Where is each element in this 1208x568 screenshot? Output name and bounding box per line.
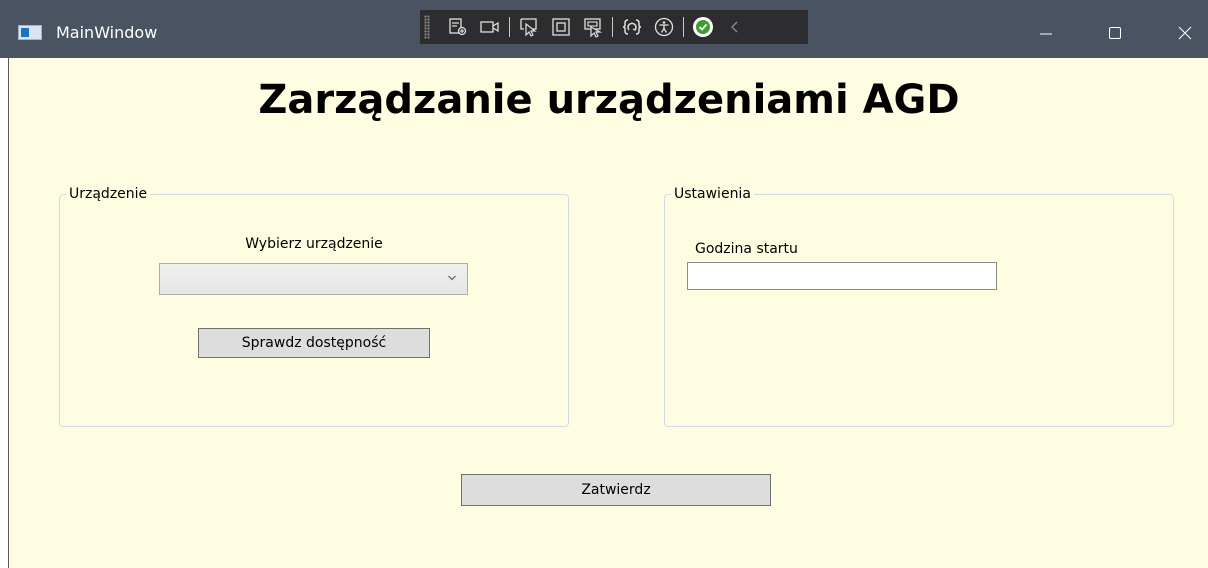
close-button[interactable] <box>1170 18 1200 48</box>
start-time-label: Godzina startu <box>695 241 798 257</box>
maximize-icon <box>1109 27 1121 39</box>
start-time-input[interactable] <box>687 262 997 290</box>
toolbar-grip-icon[interactable] <box>424 15 430 39</box>
toolbar-separator <box>612 17 613 37</box>
close-icon <box>1178 26 1192 40</box>
hot-reload-icon[interactable] <box>621 16 643 38</box>
window-title: MainWindow <box>56 23 158 42</box>
toolbar-separator <box>683 17 684 37</box>
device-group-header: Urządzenie <box>66 185 151 203</box>
check-icon[interactable] <box>693 17 713 37</box>
minimize-button[interactable] <box>1031 18 1061 48</box>
device-groupbox: Urządzenie Wybierz urządzenie Sprawdz do… <box>59 185 569 427</box>
client-area: Zarządzanie urządzeniami AGD Urządzenie … <box>8 58 1208 568</box>
page-title: Zarządzanie urządzeniami AGD <box>258 77 960 123</box>
toolbar-separator <box>509 17 510 37</box>
choose-device-label: Wybierz urządzenie <box>245 236 383 252</box>
select-element-icon[interactable] <box>447 16 469 38</box>
debug-toolbar <box>420 10 808 44</box>
highlight-layout-icon[interactable] <box>550 16 572 38</box>
settings-groupbox: Ustawienia Godzina startu <box>664 185 1174 427</box>
minimize-icon <box>1040 33 1052 35</box>
pointer-select-icon[interactable] <box>518 16 540 38</box>
device-combobox[interactable] <box>159 263 468 295</box>
app-icon <box>18 25 42 40</box>
accessibility-icon[interactable] <box>653 16 675 38</box>
title-bar[interactable]: MainWindow <box>0 0 1208 58</box>
settings-group-header: Ustawienia <box>671 185 754 203</box>
main-window: MainWindow Zarządzanie urządzeniami AGD … <box>0 0 1208 568</box>
collapse-chevron-icon[interactable] <box>724 16 746 38</box>
confirm-button[interactable]: Zatwierdz <box>461 474 771 506</box>
maximize-button[interactable] <box>1100 18 1130 48</box>
check-availability-button[interactable]: Sprawdz dostępność <box>198 328 430 358</box>
video-icon[interactable] <box>479 16 501 38</box>
chevron-down-icon <box>448 275 456 281</box>
track-focus-icon[interactable] <box>582 16 604 38</box>
